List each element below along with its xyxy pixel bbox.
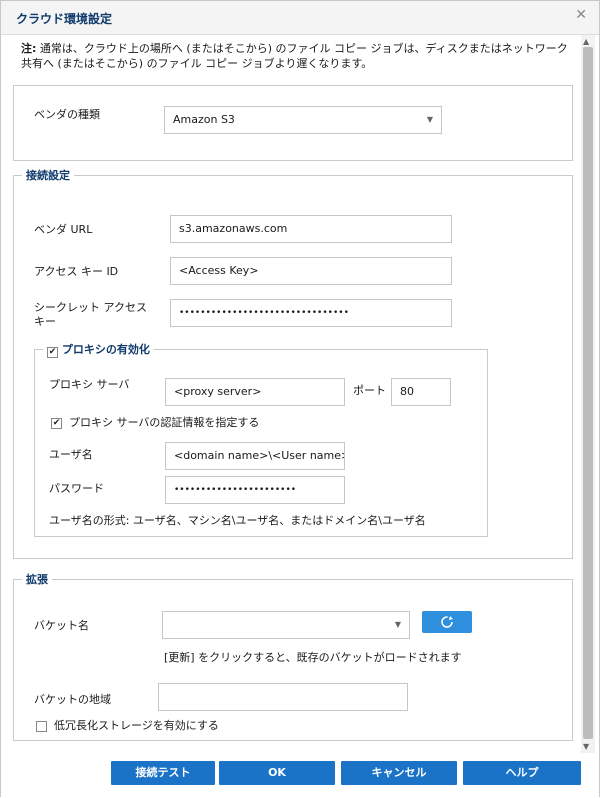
rrs-checkbox[interactable] <box>36 721 47 732</box>
note-text: 注: 通常は、クラウド上の場所へ (またはそこから) のファイル コピー ジョブ… <box>21 41 571 71</box>
bucket-region-input[interactable] <box>158 683 408 711</box>
help-button[interactable]: ヘルプ <box>463 761 581 785</box>
ok-button[interactable]: OK <box>219 761 335 785</box>
extension-section: 拡張 バケット名 ▼ [更新] をクリックすると、既存のバケットがロードされます… <box>13 571 573 741</box>
secret-key-input[interactable]: •••••••••••••••••••••••••••••••• <box>170 299 452 327</box>
scroll-down-icon[interactable]: ▼ <box>583 742 589 751</box>
cancel-button[interactable]: キャンセル <box>341 761 457 785</box>
vendor-url-label: ベンダ URL <box>34 223 93 236</box>
secret-key-label: シークレット アクセス キー <box>34 301 147 328</box>
proxy-enable-checkbox[interactable]: ✔ <box>47 347 58 358</box>
refresh-icon <box>441 616 453 628</box>
proxy-auth-checkbox[interactable]: ✔ <box>51 418 62 429</box>
chevron-down-icon: ▼ <box>426 115 433 124</box>
vendor-type-value: Amazon S3 <box>173 113 235 126</box>
proxy-auth-label: プロキシ サーバの認証情報を指定する <box>69 416 260 429</box>
port-label: ポート <box>353 384 386 397</box>
bucket-name-label: バケット名 <box>34 619 89 632</box>
vendor-type-select[interactable]: Amazon S3 ▼ <box>164 106 442 134</box>
scrollbar-thumb[interactable] <box>583 47 593 739</box>
bucket-name-select[interactable]: ▼ <box>162 611 410 639</box>
extension-legend: 拡張 <box>26 573 48 586</box>
access-key-label: アクセス キー ID <box>34 265 119 278</box>
proxy-legend: ✔ プロキシの有効化 <box>43 341 154 358</box>
cloud-config-dialog: クラウド環境設定 ✕ 注: 通常は、クラウド上の場所へ (またはそこから) のフ… <box>0 0 600 798</box>
connection-settings-section: 接続設定 ベンダ URL s3.amazonaws.com アクセス キー ID… <box>13 167 573 559</box>
chevron-down-icon: ▼ <box>394 620 401 629</box>
connection-settings-legend: 接続設定 <box>26 169 70 182</box>
vendor-type-label: ベンダの種類 <box>34 108 100 121</box>
note-prefix: 注: <box>21 42 37 55</box>
refresh-hint: [更新] をクリックすると、既存のバケットがロードされます <box>164 651 462 664</box>
scroll-area: 注: 通常は、クラウド上の場所へ (またはそこから) のファイル コピー ジョブ… <box>7 35 581 753</box>
proxy-section: ✔ プロキシの有効化 プロキシ サーバ <proxy server> ポート 8… <box>34 341 488 537</box>
dialog-title: クラウド環境設定 <box>16 12 113 26</box>
username-format-hint: ユーザ名の形式: ユーザ名、マシン名\ユーザ名、またはドメイン名\ユーザ名 <box>49 514 426 527</box>
port-input[interactable]: 80 <box>391 378 451 406</box>
vendor-url-input[interactable]: s3.amazonaws.com <box>170 215 452 243</box>
vendor-section: ベンダの種類 Amazon S3 ▼ <box>13 85 573 161</box>
proxy-server-input[interactable]: <proxy server> <box>165 378 345 406</box>
access-key-input[interactable]: <Access Key> <box>170 257 452 285</box>
proxy-enable-label: プロキシの有効化 <box>61 343 150 356</box>
proxy-server-label: プロキシ サーバ <box>49 378 130 391</box>
bucket-region-label: バケットの地域 <box>34 693 111 706</box>
vertical-scrollbar[interactable]: ▲ ▼ <box>581 35 595 753</box>
button-bar: 接続テスト OK キャンセル ヘルプ <box>1 753 599 798</box>
refresh-button[interactable] <box>422 611 472 633</box>
password-label: パスワード <box>49 482 104 495</box>
title-bar: クラウド環境設定 ✕ <box>1 1 599 35</box>
rrs-label: 低冗長化ストレージを有効にする <box>54 719 219 732</box>
close-icon[interactable]: ✕ <box>575 7 587 23</box>
test-connection-button[interactable]: 接続テスト <box>111 761 215 785</box>
username-input[interactable]: <domain name>\<User name> <box>165 442 345 470</box>
username-label: ユーザ名 <box>49 448 93 461</box>
note-body: 通常は、クラウド上の場所へ (またはそこから) のファイル コピー ジョブは、デ… <box>21 42 568 70</box>
password-input[interactable]: ••••••••••••••••••••••• <box>165 476 345 504</box>
scroll-up-icon[interactable]: ▲ <box>583 37 589 46</box>
